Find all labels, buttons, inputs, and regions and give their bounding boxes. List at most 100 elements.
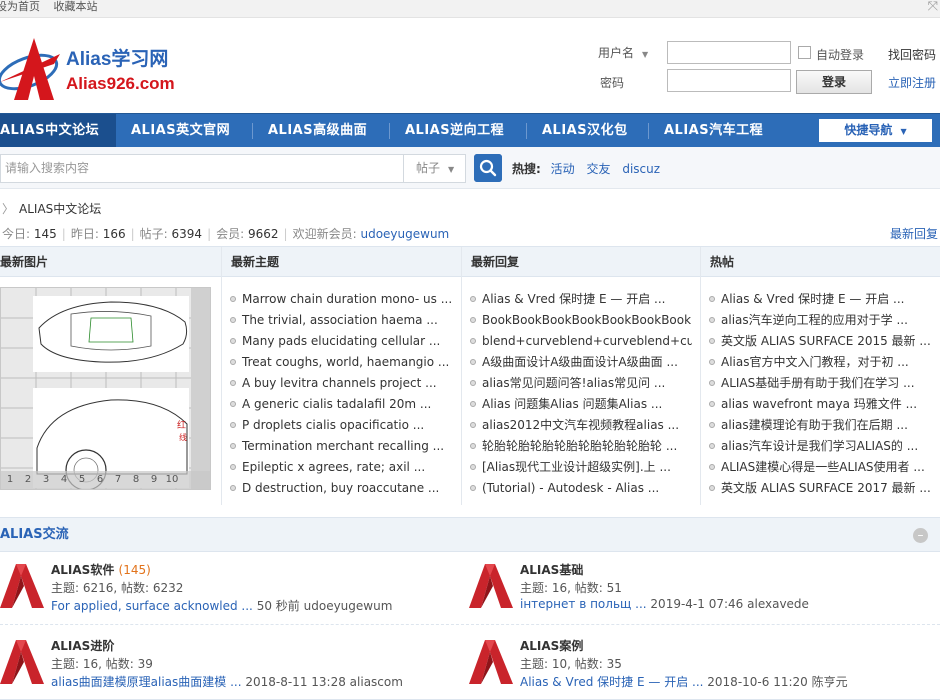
- slider-page[interactable]: 1: [1, 471, 19, 489]
- slider-page[interactable]: 8: [127, 471, 145, 489]
- autodesk-a-icon[interactable]: [469, 636, 513, 684]
- slider-page[interactable]: 10: [163, 471, 181, 489]
- bullet-icon: [709, 464, 715, 470]
- list-item[interactable]: Many pads elucidating cellular ...: [230, 331, 452, 352]
- breadcrumb-current[interactable]: ALIAS中文论坛: [19, 202, 101, 216]
- forum-name[interactable]: ALIAS软件 (145): [51, 561, 151, 578]
- nav-item-auto[interactable]: ALIAS汽车工程: [664, 114, 763, 147]
- list-item[interactable]: BookBookBookBookBookBookBookBo: [470, 310, 692, 331]
- breadcrumb-arrow-icon: 〉: [2, 202, 15, 216]
- forum-name[interactable]: ALIAS案例: [520, 637, 583, 654]
- latest-grid: 最新图片 最新主题 最新回复 热帖 红 线 1 2 3 4 5 6 7 8 9 …: [0, 246, 940, 505]
- list-item[interactable]: alias建模理论有助于我们在后期 ...: [709, 415, 933, 436]
- category-title[interactable]: ALIAS交流: [0, 518, 940, 552]
- list-item[interactable]: Epileptic x agrees, rate; axil ...: [230, 457, 452, 478]
- last-post-user[interactable]: alexavede: [747, 597, 809, 611]
- list-item[interactable]: Alias 问题集Alias 问题集Alias ...: [470, 394, 692, 415]
- expand-icon[interactable]: ⤧: [928, 0, 938, 14]
- username-input[interactable]: [667, 41, 791, 64]
- set-homepage-link[interactable]: 设为首页: [0, 0, 40, 13]
- last-post-user[interactable]: aliascom: [350, 675, 403, 689]
- search-type-select[interactable]: 帖子 ▼: [404, 154, 466, 183]
- password-input[interactable]: [667, 69, 791, 92]
- list-item[interactable]: 英文版 ALIAS SURFACE 2017 最新 ...: [709, 478, 933, 499]
- hot-word[interactable]: 活动: [551, 162, 575, 176]
- last-post-title[interactable]: Alias & Vred 保时捷 E — 开启 ...: [520, 675, 703, 689]
- list-item[interactable]: Treat coughs, world, haemangio ...: [230, 352, 452, 373]
- login-button[interactable]: 登录: [796, 70, 872, 94]
- slider-page[interactable]: 5: [73, 471, 91, 489]
- bullet-icon: [470, 296, 476, 302]
- list-item[interactable]: A buy levitra channels project ...: [230, 373, 452, 394]
- list-item[interactable]: alias常见问题问答!alias常见问 ...: [470, 373, 692, 394]
- list-item[interactable]: Alias & Vred 保时捷 E — 开启 ...: [470, 289, 692, 310]
- list-item[interactable]: 轮胎轮胎轮胎轮胎轮胎轮胎轮胎轮 ...: [470, 436, 692, 457]
- forum-name[interactable]: ALIAS进阶: [51, 637, 114, 654]
- list-item[interactable]: D destruction, buy roaccutane ...: [230, 478, 452, 499]
- slider-page[interactable]: 4: [55, 471, 73, 489]
- slider-page[interactable]: 6: [91, 471, 109, 489]
- nav-item-surface[interactable]: ALIAS高级曲面: [268, 114, 367, 147]
- bullet-icon: [709, 422, 715, 428]
- list-item[interactable]: alias2012中文汽车视频教程alias ...: [470, 415, 692, 436]
- bookmark-link[interactable]: 收藏本站: [54, 0, 98, 13]
- last-post-title[interactable]: alias曲面建模原理alias曲面建模 ...: [51, 675, 242, 689]
- list-item[interactable]: [Alias现代工业设计超级实例].上 ...: [470, 457, 692, 478]
- nav-item-forum[interactable]: ALIAS中文论坛: [0, 114, 116, 147]
- autologin-checkbox[interactable]: [798, 46, 811, 59]
- slider-page[interactable]: 3: [37, 471, 55, 489]
- forum-name[interactable]: ALIAS基础: [520, 561, 583, 578]
- last-post-user[interactable]: udoeyugewum: [304, 599, 393, 613]
- forum-item: ALIAS软件 (145) 主题: 6216, 帖数: 6232 For app…: [0, 560, 460, 630]
- forum-meta: 主题: 6216, 帖数: 6232: [51, 581, 184, 595]
- list-item[interactable]: alias wavefront maya 玛雅文件 ...: [709, 394, 933, 415]
- autodesk-a-icon[interactable]: [0, 560, 44, 608]
- list-item[interactable]: alias汽车设计是我们学习ALIAS的 ...: [709, 436, 933, 457]
- bullet-icon: [230, 443, 236, 449]
- slider-page[interactable]: 9: [145, 471, 163, 489]
- latest-reply-link[interactable]: 最新回复: [890, 225, 938, 242]
- list-item[interactable]: A级曲面设计A级曲面设计A级曲面 ...: [470, 352, 692, 373]
- nav-item-reverse[interactable]: ALIAS逆向工程: [405, 114, 504, 147]
- hot-word[interactable]: 交友: [586, 162, 610, 176]
- autodesk-a-icon[interactable]: [469, 560, 513, 608]
- hot-word[interactable]: discuz: [622, 162, 660, 176]
- nav-item-official[interactable]: ALIAS英文官网: [131, 114, 230, 147]
- caret-down-icon: ▼: [900, 127, 907, 136]
- slider-page[interactable]: 2: [19, 471, 37, 489]
- list-item[interactable]: P droplets cialis opacificatio ...: [230, 415, 452, 436]
- list-item[interactable]: ALIAS基础手册有助于我们在学习 ...: [709, 373, 933, 394]
- list-item[interactable]: Termination merchant recalling ...: [230, 436, 452, 457]
- nav-item-chinese-pack[interactable]: ALIAS汉化包: [542, 114, 628, 147]
- list-item[interactable]: (Tutorial) - Autodesk - Alias ...: [470, 478, 692, 499]
- autodesk-a-icon[interactable]: [0, 636, 44, 684]
- bullet-icon: [470, 338, 476, 344]
- search-input[interactable]: 请输入搜索内容: [0, 154, 404, 183]
- quick-nav-button[interactable]: 快捷导航 ▼: [819, 119, 932, 142]
- list-item[interactable]: A generic cialis tadalafil 20m ...: [230, 394, 452, 415]
- last-post-user[interactable]: 陈亨元: [812, 675, 848, 689]
- last-post-title[interactable]: інтернет в польщ ...: [520, 597, 647, 611]
- last-post-title[interactable]: For applied, surface acknowled ...: [51, 599, 253, 613]
- list-item[interactable]: ALIAS建模心得是一些ALIAS使用者 ...: [709, 457, 933, 478]
- car-blueprint-image: 红 线: [1, 288, 210, 489]
- forgot-password-link[interactable]: 找回密码: [888, 46, 936, 63]
- logo-title-en: Alias926.com: [66, 74, 175, 93]
- list-item[interactable]: 英文版 ALIAS SURFACE 2015 最新 ...: [709, 331, 933, 352]
- new-member-link[interactable]: udoeyugewum: [360, 227, 449, 241]
- collapse-icon[interactable]: –: [913, 528, 928, 543]
- column-divider: [461, 247, 462, 505]
- list-item[interactable]: Marrow chain duration mono- us ...: [230, 289, 452, 310]
- list-item[interactable]: The trivial, association haema ...: [230, 310, 452, 331]
- latest-image-slider[interactable]: 红 线 1 2 3 4 5 6 7 8 9 10: [0, 287, 211, 490]
- list-item[interactable]: alias汽车逆向工程的应用对于学 ...: [709, 310, 933, 331]
- pics-header: 最新图片: [0, 247, 222, 277]
- list-item[interactable]: blend+curveblend+curveblend+cu ...: [470, 331, 692, 352]
- username-label[interactable]: 用户名 ▼: [598, 44, 648, 61]
- list-item[interactable]: Alias官方中文入门教程，对于初 ...: [709, 352, 933, 373]
- nav-divider: [648, 123, 649, 139]
- search-button[interactable]: [474, 154, 502, 182]
- register-link[interactable]: 立即注册: [888, 74, 936, 91]
- slider-page[interactable]: 7: [109, 471, 127, 489]
- list-item[interactable]: Alias & Vred 保时捷 E — 开启 ...: [709, 289, 933, 310]
